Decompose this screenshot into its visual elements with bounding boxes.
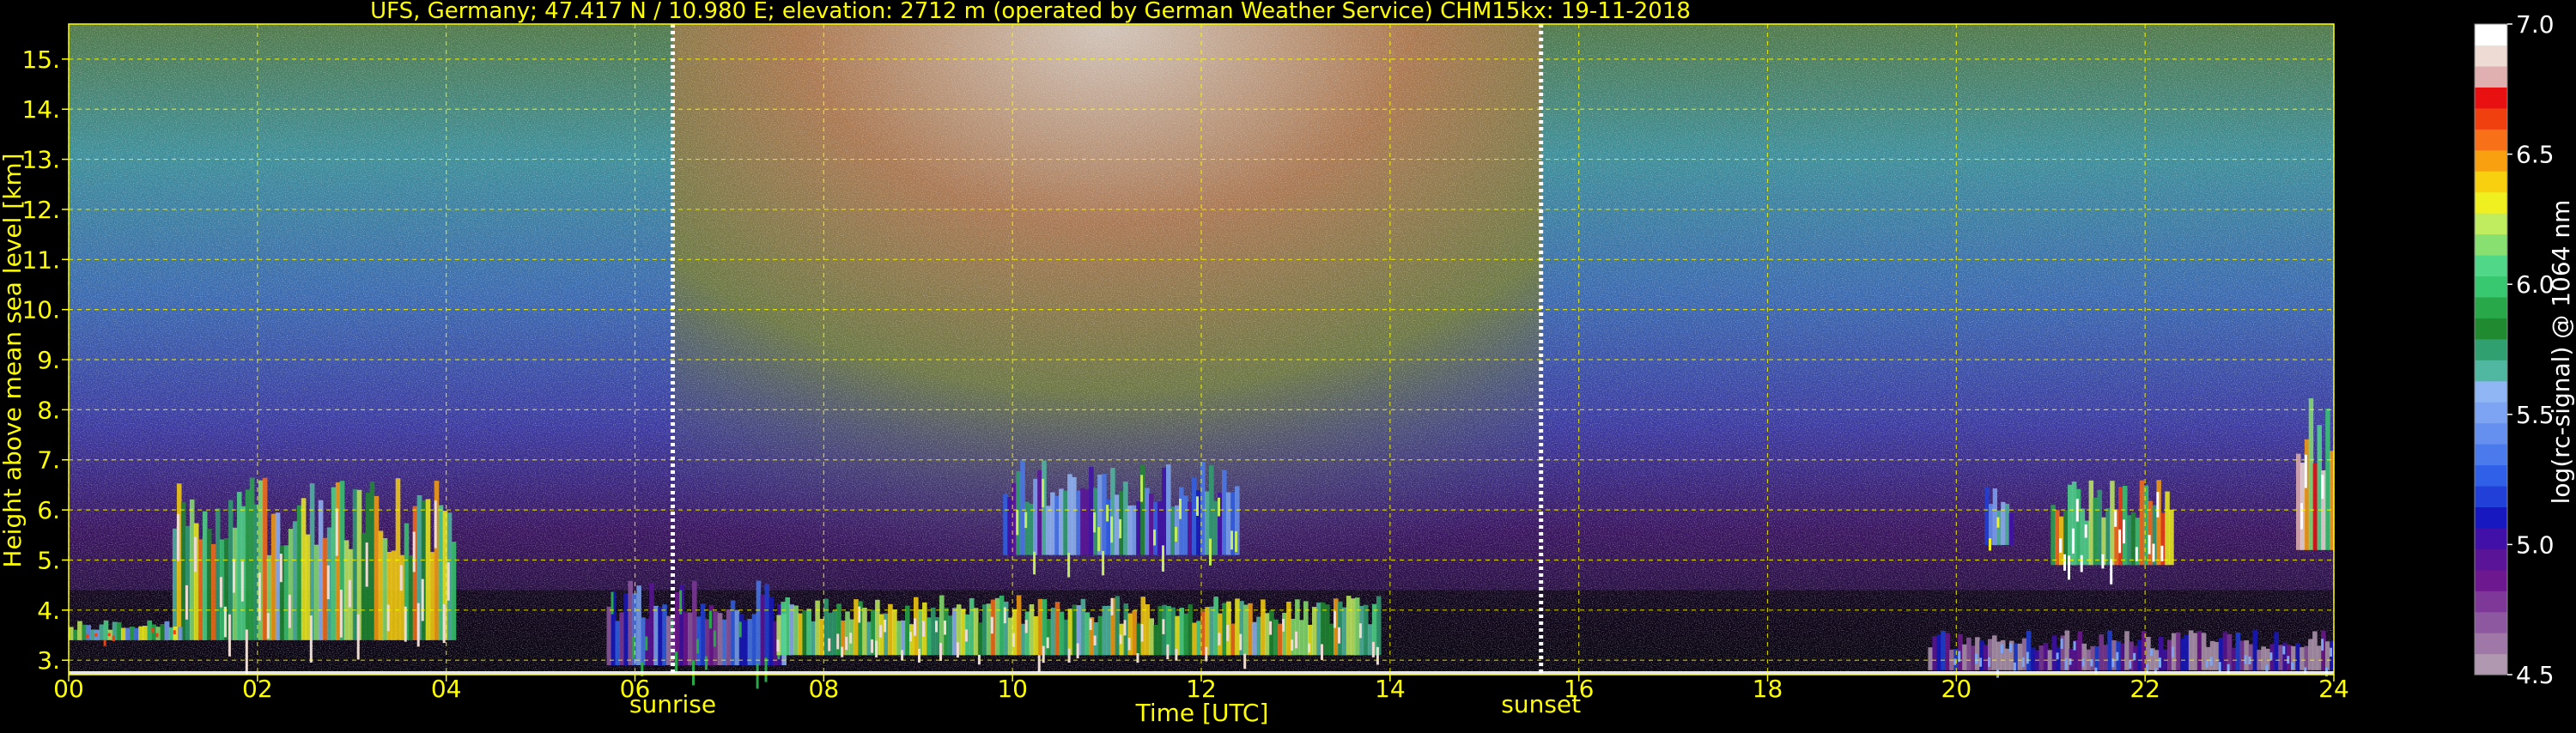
y-tick-label: 4.	[37, 597, 60, 625]
colorbar-segment	[2475, 360, 2507, 382]
colorbar-segment	[2475, 129, 2507, 151]
colorbar-segment	[2475, 548, 2507, 571]
colorbar-segment	[2475, 633, 2507, 655]
colorbar-segment	[2475, 233, 2507, 256]
colorbar-segment	[2475, 653, 2507, 675]
chart-title: UFS, Germany; 47.417 N / 10.980 E; eleva…	[370, 0, 1691, 24]
chart-svg: sunrise sunset 00 02 04 06 08 10 12 14 16 18 20 22 24…	[0, 0, 2575, 727]
colorbar-segment	[2475, 171, 2507, 193]
y-tick-label: 7.	[37, 446, 60, 475]
x-tick-label: 22	[2129, 675, 2160, 703]
colorbar-segment	[2475, 380, 2507, 403]
x-tick-label: 18	[1753, 675, 1783, 703]
colorbar-segment	[2475, 276, 2507, 298]
y-tick-label: 5.	[37, 546, 60, 574]
y-axis-label: Height above mean sea level [km]	[0, 153, 27, 567]
colorbar-segment	[2475, 65, 2507, 88]
y-tick-label: 14.	[21, 95, 60, 124]
x-tick-label: 20	[1941, 675, 1972, 703]
colorbar-segment	[2475, 318, 2507, 340]
colorbar-segment	[2475, 464, 2507, 487]
x-tick-label: 10	[997, 675, 1028, 703]
colorbar-segment	[2475, 107, 2507, 130]
x-tick-label: 02	[242, 675, 273, 703]
x-tick-label: 24	[2318, 675, 2349, 703]
y-tick-label: 9.	[37, 346, 60, 374]
ceilometer-chart: sunrise sunset 00 02 04 06 08 10 12 14 16 18 20 22 24…	[0, 0, 2576, 730]
y-tick-label: 13.	[21, 146, 60, 174]
x-tick-label: 08	[809, 675, 840, 703]
y-tick-label: 15.	[21, 45, 60, 74]
colorbar-segment	[2475, 591, 2507, 613]
colorbar-segment	[2475, 569, 2507, 591]
colorbar-segment	[2475, 149, 2507, 172]
colorbar: 4.55.05.56.06.57.0	[2474, 10, 2555, 689]
colorbar-segment	[2475, 45, 2507, 67]
x-axis-label: Time [UTC]	[1135, 699, 1269, 727]
colorbar-segment	[2475, 254, 2507, 277]
colorbar-segment	[2475, 213, 2507, 235]
y-tick-label: 8.	[37, 396, 60, 424]
y-tick-label: 12.	[21, 196, 60, 224]
colorbar-tick-label: 7.0	[2516, 10, 2555, 39]
y-tick-label: 10.	[21, 296, 60, 324]
colorbar-segment	[2475, 338, 2507, 360]
colorbar-segment	[2475, 506, 2507, 529]
x-tick-label: 16	[1564, 675, 1595, 703]
colorbar-label: log(rc-signal) @ 1064 nm	[2547, 200, 2575, 505]
y-tick-label: 3.	[37, 646, 60, 675]
colorbar-segment	[2475, 402, 2507, 424]
colorbar-tick-label: 4.5	[2516, 661, 2555, 689]
colorbar-tick-label: 5.0	[2516, 530, 2555, 559]
colorbar-segment	[2475, 422, 2507, 445]
colorbar-segment	[2475, 527, 2507, 549]
y-tick-label: 11.	[21, 245, 60, 274]
colorbar-segment	[2475, 485, 2507, 507]
y-tick-label: 6.	[37, 496, 60, 524]
colorbar-segment	[2475, 296, 2507, 318]
x-tick-label: 00	[53, 675, 84, 703]
colorbar-segment	[2475, 191, 2507, 214]
x-tick-label: 04	[431, 675, 462, 703]
colorbar-segment	[2475, 611, 2507, 633]
colorbar-tick-label: 6.5	[2516, 141, 2555, 169]
colorbar-segment	[2475, 444, 2507, 466]
x-tick-label: 06	[620, 675, 651, 703]
colorbar-segment	[2475, 87, 2507, 109]
colorbar-segment	[2475, 24, 2507, 46]
x-tick-label: 14	[1375, 675, 1406, 703]
